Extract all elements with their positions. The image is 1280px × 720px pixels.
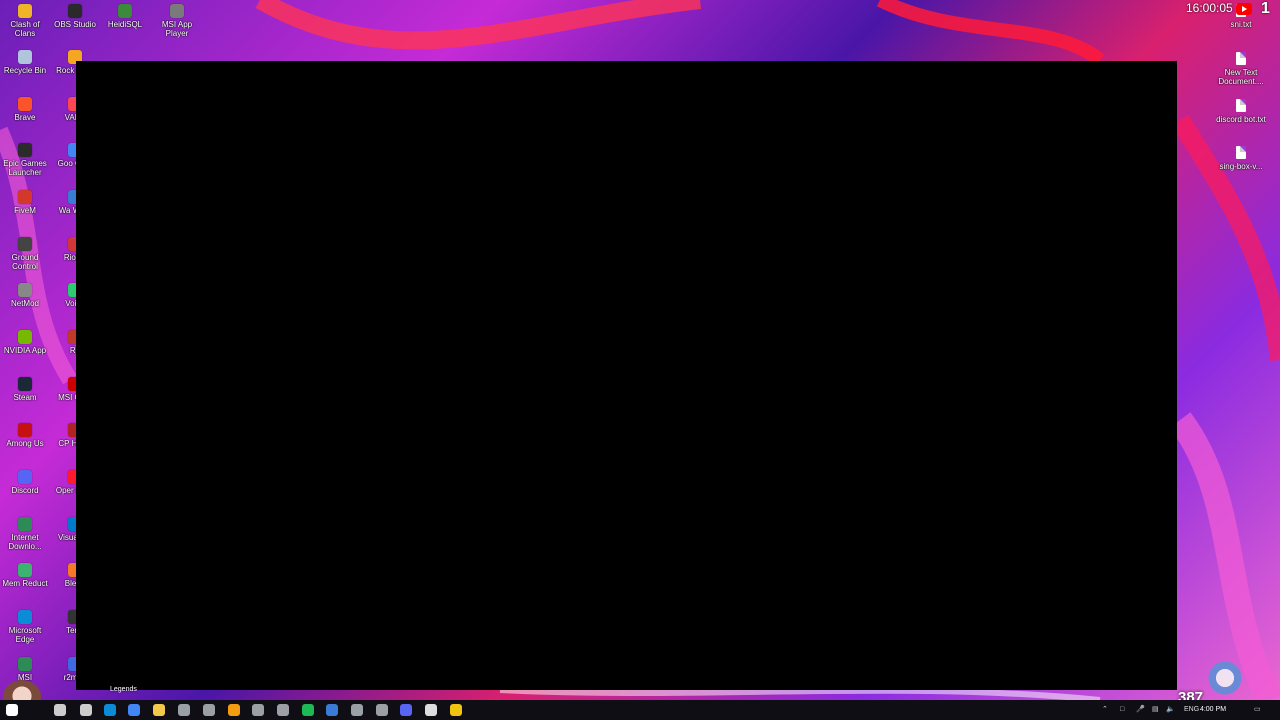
tray-app-icon[interactable]: □ bbox=[1120, 700, 1130, 720]
downloads-icon[interactable] bbox=[178, 704, 190, 716]
search-icon[interactable] bbox=[54, 704, 66, 716]
desktop-icon-discord[interactable]: Discord bbox=[0, 470, 50, 495]
obs-studio-icon bbox=[68, 4, 82, 18]
desktop-file-label: sni.txt bbox=[1230, 20, 1252, 29]
fivem-icon bbox=[18, 190, 32, 204]
internet-download-manager-icon bbox=[18, 517, 32, 531]
desktop-icon-steam[interactable]: Steam bbox=[0, 377, 50, 402]
desktop-icon-msi[interactable]: MSI bbox=[0, 657, 50, 682]
desktop-file-label: sing-box-v... bbox=[1219, 162, 1263, 171]
microphone-icon[interactable]: 🎤 bbox=[1136, 700, 1146, 720]
desktop-icon-fivem[interactable]: FiveM bbox=[0, 190, 50, 215]
ground-control-icon bbox=[18, 237, 32, 251]
text-file-icon bbox=[1236, 99, 1246, 112]
discord-icon[interactable] bbox=[400, 704, 412, 716]
desktop-file-label: discord bot.txt bbox=[1216, 115, 1266, 124]
desktop-file-3[interactable]: discord bot.txt bbox=[1216, 99, 1266, 124]
settings-icon[interactable] bbox=[252, 704, 264, 716]
desktop-icon-label: Epic Games Launcher bbox=[3, 159, 47, 177]
desktop-icon-label: Internet Downlo... bbox=[8, 533, 42, 551]
steam-icon bbox=[18, 377, 32, 391]
desktop-icon-label: OBS Studio bbox=[54, 20, 96, 29]
volume-icon[interactable]: 🔈 bbox=[1166, 700, 1176, 720]
clash-of-clans-icon bbox=[18, 4, 32, 18]
desktop-icon-label: Discord bbox=[11, 486, 39, 495]
network-icon[interactable]: ▤ bbox=[1152, 700, 1162, 720]
desktop-file-label: New Text Document.... bbox=[1218, 68, 1264, 86]
desktop-icon-brave[interactable]: Brave bbox=[0, 97, 50, 122]
text-file-icon bbox=[1236, 52, 1246, 65]
app-icon[interactable] bbox=[203, 704, 215, 716]
avatar-right bbox=[1205, 660, 1245, 700]
black-app-window[interactable] bbox=[76, 61, 1177, 690]
desktop-icon-internet-download-manager[interactable]: Internet Downlo... bbox=[0, 517, 50, 551]
desktop-icon-label: HeidiSQL bbox=[107, 20, 143, 29]
app-icon[interactable] bbox=[326, 704, 338, 716]
msi-icon bbox=[18, 657, 32, 671]
recycle-bin-icon bbox=[18, 50, 32, 64]
nvidia-icon bbox=[18, 330, 32, 344]
desktop-icon-edge[interactable]: Microsoft Edge bbox=[0, 610, 50, 644]
spotify-icon[interactable] bbox=[302, 704, 314, 716]
desktop-icon-netmod[interactable]: NetMod bbox=[0, 283, 50, 308]
among-us-icon bbox=[18, 423, 32, 437]
desktop-icon-label: NVIDIA App bbox=[3, 346, 47, 355]
desktop-icon-clash-of-clans[interactable]: Clash of Clans bbox=[0, 4, 50, 38]
obs-icon[interactable] bbox=[425, 704, 437, 716]
youtube-icon bbox=[1236, 3, 1252, 15]
desktop-icon-label: Among Us bbox=[6, 439, 44, 448]
desktop-icon-label: MSI App Player bbox=[161, 20, 193, 38]
desktop-icon-among-us[interactable]: Among Us bbox=[0, 423, 50, 448]
brave-icon bbox=[18, 97, 32, 111]
app-icon[interactable] bbox=[351, 704, 363, 716]
desktop-file-4[interactable]: sing-box-v... bbox=[1216, 146, 1266, 171]
notification-icon[interactable]: ▭ bbox=[1254, 700, 1264, 720]
epic-games-icon bbox=[18, 143, 32, 157]
mem-reduct-icon bbox=[18, 563, 32, 577]
legends-label: Legends bbox=[110, 686, 137, 693]
start-icon[interactable] bbox=[6, 704, 18, 716]
language-indicator[interactable]: ENG bbox=[1184, 700, 1199, 720]
desktop-icon-nvidia[interactable]: NVIDIA App bbox=[0, 330, 50, 355]
chrome-icon[interactable] bbox=[128, 704, 140, 716]
app-icon[interactable] bbox=[228, 704, 240, 716]
edge-icon[interactable] bbox=[104, 704, 116, 716]
desktop-icon-msi-app-player[interactable]: MSI App Player bbox=[152, 4, 202, 38]
file-explorer-icon[interactable] bbox=[153, 704, 165, 716]
desktop-icon-label: FiveM bbox=[14, 206, 36, 215]
discord-icon bbox=[18, 470, 32, 484]
desktop-icon-label: Steam bbox=[13, 393, 37, 402]
desktop-icon-label: Ground Control bbox=[11, 253, 39, 271]
desktop-icon-obs-studio[interactable]: OBS Studio bbox=[50, 4, 100, 29]
desktop-icon-recycle-bin[interactable]: Recycle Bin bbox=[0, 50, 50, 75]
edge-icon bbox=[18, 610, 32, 624]
task-view-icon[interactable] bbox=[80, 704, 92, 716]
desktop-icon-label: NetMod bbox=[10, 299, 39, 308]
desktop-icon-heidisql[interactable]: HeidiSQL bbox=[100, 4, 150, 29]
taskbar: ⌃ □ 🎤 ▤ 🔈 ENG 4:00 PM ▭ bbox=[0, 700, 1280, 720]
desktop-icon-label: Recycle Bin bbox=[3, 66, 47, 75]
app-icon[interactable] bbox=[277, 704, 289, 716]
taskbar-clock[interactable]: 4:00 PM bbox=[1198, 700, 1228, 720]
desktop-icon-epic-games[interactable]: Epic Games Launcher bbox=[0, 143, 50, 177]
app-icon[interactable] bbox=[376, 704, 388, 716]
msi-app-player-icon bbox=[170, 4, 184, 18]
desktop-icon-label: Clash of Clans bbox=[10, 20, 40, 38]
stream-timer: 16:00:05 bbox=[1186, 1, 1233, 15]
app-icon[interactable] bbox=[450, 704, 462, 716]
desktop-icon-label: Mem Reduct bbox=[2, 579, 48, 588]
tray-overflow-icon[interactable]: ⌃ bbox=[1102, 700, 1108, 720]
text-file-icon bbox=[1236, 146, 1246, 159]
desktop-icon-label: Brave bbox=[14, 113, 36, 122]
youtube-count: 1 bbox=[1261, 0, 1270, 17]
netmod-icon bbox=[18, 283, 32, 297]
heidisql-icon bbox=[118, 4, 132, 18]
desktop-icon-label: Microsoft Edge bbox=[8, 626, 42, 644]
desktop-icon-mem-reduct[interactable]: Mem Reduct bbox=[0, 563, 50, 588]
desktop-icon-ground-control[interactable]: Ground Control bbox=[0, 237, 50, 271]
desktop-file-2[interactable]: New Text Document.... bbox=[1216, 52, 1266, 86]
